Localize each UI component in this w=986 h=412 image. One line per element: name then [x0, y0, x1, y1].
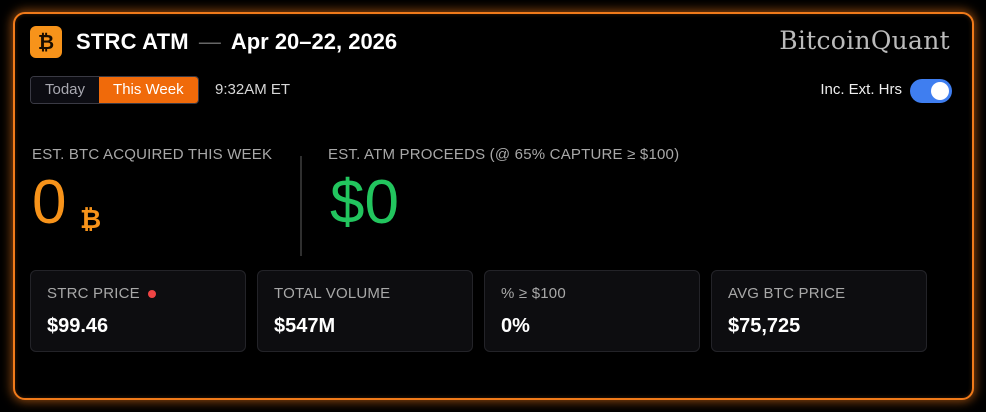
stats-row: STRC PRICE $99.46 TOTAL VOLUME $547M % ≥… — [30, 270, 927, 352]
stat-avg-btc-price: AVG BTC PRICE $75,725 — [711, 270, 927, 352]
stat-pct-above-100: % ≥ $100 0% — [484, 270, 700, 352]
ext-hours-label: Inc. Ext. Hrs — [820, 81, 902, 98]
ext-hours-toggle[interactable] — [910, 79, 952, 103]
tab-today[interactable]: Today — [31, 77, 100, 103]
stat-value: $547M — [274, 315, 336, 337]
bitcoin-unit-icon: ₿ — [80, 205, 102, 235]
period-tabs: Today This Week — [30, 76, 199, 104]
tab-this-week[interactable]: This Week — [99, 77, 198, 103]
bitcoin-logo-icon: ₿ — [30, 26, 62, 58]
card-title: STRC ATM — [76, 29, 189, 54]
btc-acquired-label: EST. BTC ACQUIRED THIS WEEK — [32, 146, 273, 163]
brand-logo: BitcoinQuant — [779, 26, 950, 55]
date-range: Apr 20–22, 2026 — [230, 29, 398, 54]
stat-strc-price: STRC PRICE $99.46 — [30, 270, 246, 352]
timestamp: 9:32AM ET — [215, 81, 291, 98]
summary-divider — [300, 156, 302, 256]
toggle-knob — [931, 82, 949, 100]
stat-label: % ≥ $100 — [501, 285, 566, 302]
stat-label: TOTAL VOLUME — [274, 285, 391, 302]
stat-label: AVG BTC PRICE — [728, 285, 846, 302]
atm-proceeds-value: $0 — [330, 168, 399, 237]
card-header: ₿ STRC ATM — Apr 20–22, 2026 — [30, 26, 397, 58]
atm-proceeds-label: EST. ATM PROCEEDS (@ 65% CAPTURE ≥ $100) — [328, 146, 680, 163]
btc-acquired-value: 0 — [32, 168, 67, 237]
title-separator: — — [198, 29, 221, 54]
stat-value: $99.46 — [47, 315, 109, 337]
stat-value: $75,725 — [728, 315, 801, 337]
stat-value: 0% — [501, 315, 530, 337]
stat-total-volume: TOTAL VOLUME $547M — [257, 270, 473, 352]
live-indicator-icon — [147, 289, 156, 298]
stat-label: STRC PRICE — [47, 285, 140, 302]
